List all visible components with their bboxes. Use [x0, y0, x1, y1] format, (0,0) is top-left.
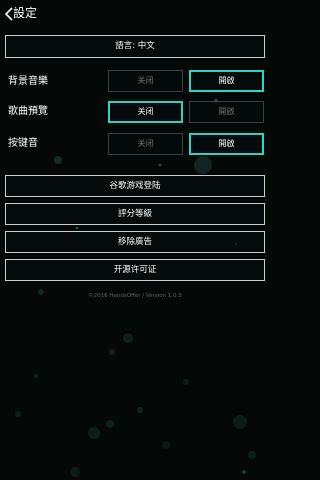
background-music-off-button[interactable]: 关闭: [108, 70, 183, 92]
key-sound-label: 按键音: [8, 138, 38, 149]
google-play-games-login-button[interactable]: 谷歌游戏登陆: [5, 175, 265, 197]
language-button[interactable]: 語言: 中文: [5, 35, 265, 58]
background-music-on-button[interactable]: 開啟: [189, 70, 264, 92]
page-title: 設定: [13, 6, 38, 20]
background-music-label: 背景音樂: [8, 76, 48, 87]
header-bar: 設定: [0, 0, 270, 28]
song-preview-on-button[interactable]: 開啟: [189, 101, 264, 123]
copyright-text: ©2016 HandsOffer / Version 1.0.5: [88, 293, 182, 299]
key-sound-off-button[interactable]: 关闭: [108, 133, 183, 155]
key-sound-on-button[interactable]: 開啟: [189, 133, 264, 155]
song-preview-off-button[interactable]: 关闭: [108, 101, 183, 123]
open-source-licenses-button[interactable]: 开源许可证: [5, 259, 265, 281]
rate-button[interactable]: 評分等級: [5, 203, 265, 225]
song-preview-label: 歌曲預覽: [8, 106, 48, 117]
remove-ads-button[interactable]: 移除廣告: [5, 231, 265, 253]
